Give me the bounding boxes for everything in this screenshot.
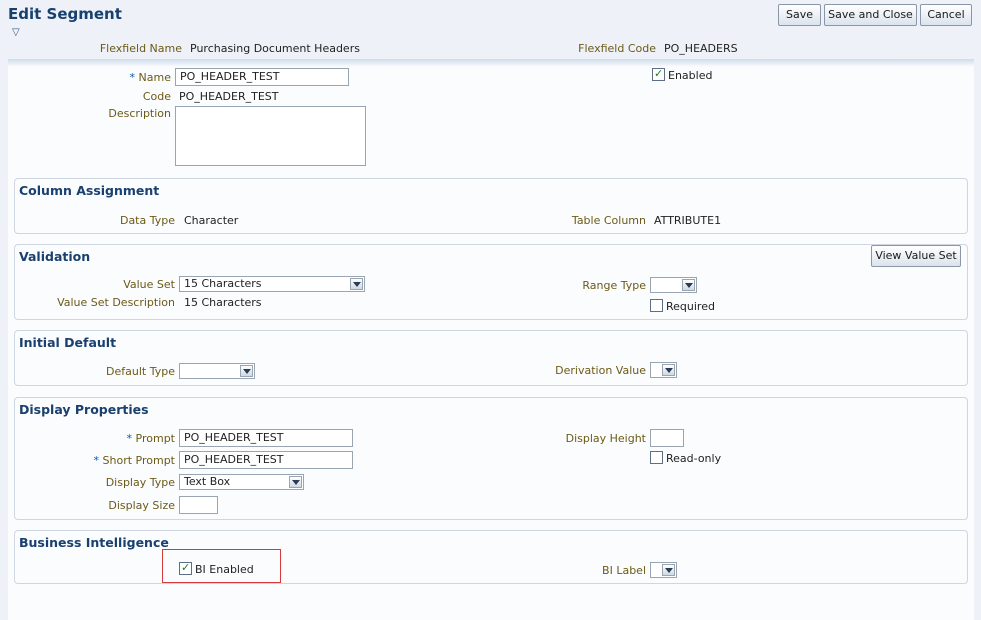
description-textarea[interactable] — [175, 106, 366, 166]
bi-enabled-checkbox[interactable] — [179, 561, 192, 575]
validation-title: Validation — [19, 249, 91, 264]
save-button[interactable]: Save — [778, 4, 821, 26]
data-type-label: Data Type — [119, 214, 175, 227]
bi-enabled-label: BI Enabled — [195, 563, 254, 576]
range-type-label: Range Type — [582, 279, 646, 292]
disclose-triangle-icon[interactable]: ▽ — [12, 27, 20, 38]
data-type-value: Character — [184, 214, 239, 227]
name-label: * Name — [129, 71, 171, 84]
table-column-label: Table Column — [571, 214, 646, 227]
required-checkbox[interactable] — [650, 299, 663, 312]
derivation-value-select[interactable] — [650, 362, 677, 378]
default-type-select[interactable] — [179, 363, 255, 379]
prompt-input[interactable]: PO_HEADER_TEST — [179, 429, 353, 447]
bi-label-label: BI Label — [602, 564, 646, 577]
save-and-close-button[interactable]: Save and Close — [824, 4, 917, 26]
short-prompt-input[interactable]: PO_HEADER_TEST — [179, 451, 353, 469]
column-assignment-title: Column Assignment — [19, 183, 160, 198]
code-label: Code — [142, 90, 171, 103]
enabled-checkbox[interactable] — [652, 67, 665, 81]
display-size-input[interactable] — [179, 496, 218, 514]
read-only-label: Read-only — [666, 452, 722, 465]
page-title: Edit Segment — [8, 5, 122, 23]
value-set-description-label: Value Set Description — [57, 296, 175, 309]
bi-label-select[interactable] — [650, 562, 677, 578]
chevron-down-icon — [350, 278, 363, 290]
view-value-set-button[interactable]: View Value Set — [871, 245, 961, 267]
read-only-checkbox[interactable] — [650, 451, 663, 464]
display-type-select[interactable]: Text Box — [179, 474, 304, 490]
business-intelligence-title: Business Intelligence — [19, 535, 169, 550]
flexfield-code-label: Flexfield Code — [578, 42, 656, 55]
table-column-value: ATTRIBUTE1 — [654, 214, 722, 227]
cancel-button[interactable]: Cancel — [920, 4, 972, 26]
chevron-down-icon — [289, 476, 302, 488]
initial-default-title: Initial Default — [19, 335, 117, 350]
name-input[interactable]: PO_HEADER_TEST — [175, 68, 349, 86]
derivation-value-label: Derivation Value — [555, 364, 646, 377]
display-height-input[interactable] — [650, 429, 684, 447]
default-type-label: Default Type — [106, 365, 175, 378]
display-height-label: Display Height — [565, 432, 646, 445]
flexfield-code-value: PO_HEADERS — [664, 42, 738, 55]
chevron-down-icon — [662, 364, 675, 376]
chevron-down-icon — [240, 365, 253, 377]
description-label: Description — [108, 107, 171, 120]
display-size-label: Display Size — [108, 499, 175, 512]
code-value: PO_HEADER_TEST — [179, 90, 279, 103]
required-label: Required — [666, 300, 715, 313]
panel-header-band — [8, 59, 974, 67]
enabled-label: Enabled — [668, 69, 713, 82]
flexfield-name-value: Purchasing Document Headers — [190, 42, 360, 55]
chevron-down-icon — [662, 564, 675, 576]
value-set-label: Value Set — [123, 278, 175, 291]
prompt-label: * Prompt — [126, 432, 175, 445]
display-properties-title: Display Properties — [19, 402, 149, 417]
chevron-down-icon — [682, 279, 695, 291]
value-set-select[interactable]: 15 Characters — [179, 276, 365, 292]
flexfield-name-label: Flexfield Name — [99, 42, 182, 55]
short-prompt-label: * Short Prompt — [93, 454, 175, 467]
display-type-label: Display Type — [105, 476, 175, 489]
value-set-description-value: 15 Characters — [184, 296, 262, 309]
range-type-select[interactable] — [650, 277, 697, 293]
